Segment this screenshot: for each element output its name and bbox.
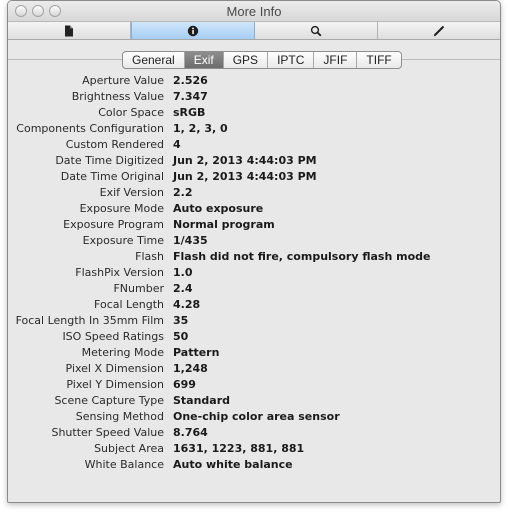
tab-exif[interactable]: Exif [184, 52, 224, 68]
exif-row: Focal Length 4.28 [8, 297, 500, 313]
magnifier-icon [310, 25, 322, 36]
property-label: Exposure Time [82, 234, 164, 247]
exif-row: ISO Speed Ratings 50 [8, 329, 500, 345]
property-value: 8.764 [173, 426, 208, 439]
exif-row: Focal Length In 35mm Film 35 [8, 313, 500, 329]
property-value: 1,248 [173, 362, 208, 375]
tab-general[interactable]: General [123, 52, 185, 68]
property-label: Date Time Digitized [55, 154, 164, 167]
tab-bar: General Exif GPS IPTC JFIF TIFF [8, 45, 500, 69]
exif-row: Exif Version 2.2 [8, 185, 500, 201]
property-label: Metering Mode [81, 346, 164, 359]
exif-row: Exposure Program Normal program [8, 217, 500, 233]
toolbar-edit-button[interactable] [378, 22, 500, 39]
property-value: 1631, 1223, 881, 881 [173, 442, 305, 455]
exif-row: Date Time Original Jun 2, 2013 4:44:03 PM [8, 169, 500, 185]
property-label: Exposure Program [63, 218, 164, 231]
property-value: 7.347 [173, 90, 208, 103]
property-value: 1, 2, 3, 0 [173, 122, 228, 135]
property-value: One-chip color area sensor [173, 410, 340, 423]
info-icon [187, 25, 199, 36]
segmented-tabs: General Exif GPS IPTC JFIF TIFF [122, 51, 402, 69]
property-label: Exposure Mode [79, 202, 164, 215]
property-label: Pixel X Dimension [65, 362, 164, 375]
property-label: Pixel Y Dimension [66, 378, 164, 391]
property-value: Auto white balance [173, 458, 293, 471]
property-value: 4.28 [173, 298, 201, 311]
pencil-icon [433, 25, 445, 36]
exif-row: White Balance Auto white balance [8, 457, 500, 473]
exif-row: Color Space sRGB [8, 105, 500, 121]
tab-gps[interactable]: GPS [224, 52, 269, 68]
exif-row: Custom Rendered 4 [8, 137, 500, 153]
property-label: FNumber [113, 282, 164, 295]
property-value: Jun 2, 2013 4:44:03 PM [173, 170, 317, 183]
exif-row: Flash Flash did not fire, compulsory flas… [8, 249, 500, 265]
property-label: Brightness Value [71, 90, 164, 103]
property-label: Flash [135, 250, 164, 263]
exif-row: FNumber 2.4 [8, 281, 500, 297]
property-value: 2.4 [173, 282, 193, 295]
property-label: Shutter Speed Value [51, 426, 164, 439]
property-label: Scene Capture Type [54, 394, 164, 407]
window-title: More Info [226, 4, 282, 19]
property-value: Pattern [173, 346, 220, 359]
title-bar[interactable]: More Info [8, 1, 500, 22]
property-label: Date Time Original [60, 170, 164, 183]
property-label: White Balance [84, 458, 164, 471]
property-label: FlashPix Version [75, 266, 164, 279]
exif-row: Exposure Time 1/435 [8, 233, 500, 249]
property-label: Color Space [98, 106, 164, 119]
property-value: 699 [173, 378, 196, 391]
property-label: Components Configuration [16, 122, 164, 135]
property-value: 35 [173, 314, 189, 327]
exif-row: Exposure Mode Auto exposure [8, 201, 500, 217]
toolbar-document-button[interactable] [8, 22, 131, 39]
exif-row: Sensing Method One-chip color area sensor [8, 409, 500, 425]
document-icon [65, 25, 73, 36]
exif-row: Shutter Speed Value 8.764 [8, 425, 500, 441]
exif-row: Brightness Value 7.347 [8, 89, 500, 105]
exif-row: Scene Capture Type Standard [8, 393, 500, 409]
property-value: Jun 2, 2013 4:44:03 PM [173, 154, 317, 167]
property-value: Auto exposure [173, 202, 264, 215]
property-label: ISO Speed Ratings [62, 330, 164, 343]
exif-row: FlashPix Version 1.0 [8, 265, 500, 281]
property-value: Normal program [173, 218, 275, 231]
property-value: sRGB [173, 106, 206, 119]
property-label: Custom Rendered [65, 138, 164, 151]
exif-row: Subject Area 1631, 1223, 881, 881 [8, 441, 500, 457]
exif-row: Pixel Y Dimension 699 [8, 377, 500, 393]
exif-row: Pixel X Dimension 1,248 [8, 361, 500, 377]
exif-properties-list: Aperture Value 2.526 Brightness Value 7.34… [8, 73, 500, 473]
property-value: 2.526 [173, 74, 208, 87]
property-value: 1/435 [173, 234, 208, 247]
property-label: Subject Area [94, 442, 164, 455]
property-label: Exif Version [99, 186, 164, 199]
property-value: 2.2 [173, 186, 193, 199]
property-value: Standard [173, 394, 231, 407]
toolbar-info-button[interactable] [131, 22, 255, 39]
tab-jfif[interactable]: JFIF [314, 52, 358, 68]
toolbar-search-button[interactable] [255, 22, 378, 39]
tab-tiff[interactable]: TIFF [357, 52, 400, 68]
property-label: Focal Length In 35mm Film [15, 314, 164, 327]
property-value: 50 [173, 330, 189, 343]
exif-row: Date Time Digitized Jun 2, 2013 4:44:03 P… [8, 153, 500, 169]
more-info-window: More Info General Exif GPS IPTC JFIF TIF… [7, 0, 501, 503]
property-value: 1.0 [173, 266, 193, 279]
exif-row: Metering Mode Pattern [8, 345, 500, 361]
tab-iptc[interactable]: IPTC [268, 52, 315, 68]
property-label: Focal Length [94, 298, 164, 311]
exif-row: Aperture Value 2.526 [8, 73, 500, 89]
toolbar [8, 22, 500, 40]
property-label: Aperture Value [82, 74, 164, 87]
property-value: 4 [173, 138, 181, 151]
exif-row: Components Configuration 1, 2, 3, 0 [8, 121, 500, 137]
property-label: Sensing Method [75, 410, 164, 423]
property-value: Flash did not fire, compulsory flash mod… [173, 250, 431, 263]
